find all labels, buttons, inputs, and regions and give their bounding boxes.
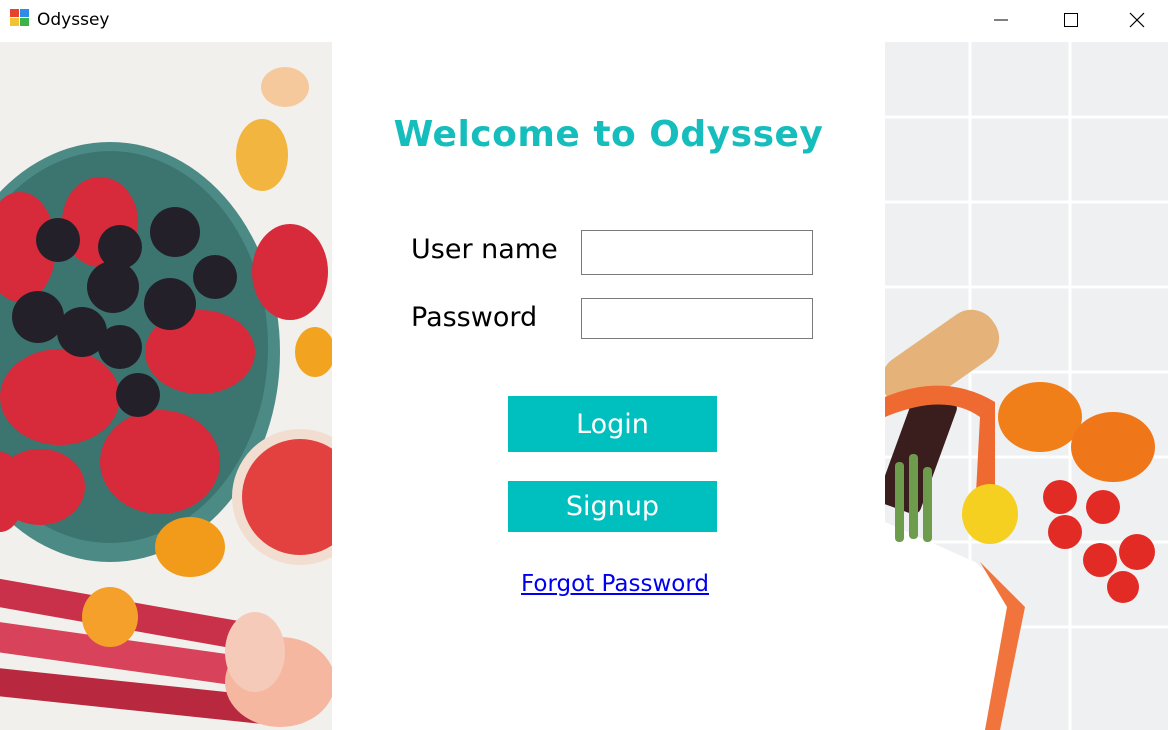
- window-title: Odyssey: [37, 10, 110, 30]
- grocery-bag-image: [885, 42, 1168, 730]
- signup-button[interactable]: Signup: [508, 481, 717, 532]
- forgot-password-link[interactable]: Forgot Password: [332, 571, 898, 597]
- login-panel: Welcome to Odyssey User name Password Lo…: [332, 42, 885, 730]
- username-label: User name: [411, 234, 558, 265]
- minimize-button[interactable]: [966, 0, 1036, 40]
- close-button[interactable]: [1106, 0, 1168, 40]
- title-bar: Odyssey: [0, 0, 1168, 42]
- close-icon: [1129, 12, 1145, 28]
- fruit-bowl-image: [0, 42, 332, 730]
- welcome-heading: Welcome to Odyssey: [393, 114, 824, 155]
- password-input[interactable]: [581, 298, 813, 339]
- maximize-button[interactable]: [1036, 0, 1106, 40]
- maximize-icon: [1064, 13, 1078, 27]
- password-label: Password: [411, 302, 538, 333]
- username-input[interactable]: [581, 230, 813, 275]
- app-window-icon: [10, 9, 29, 26]
- login-button[interactable]: Login: [508, 396, 717, 452]
- minimize-icon: [994, 19, 1008, 21]
